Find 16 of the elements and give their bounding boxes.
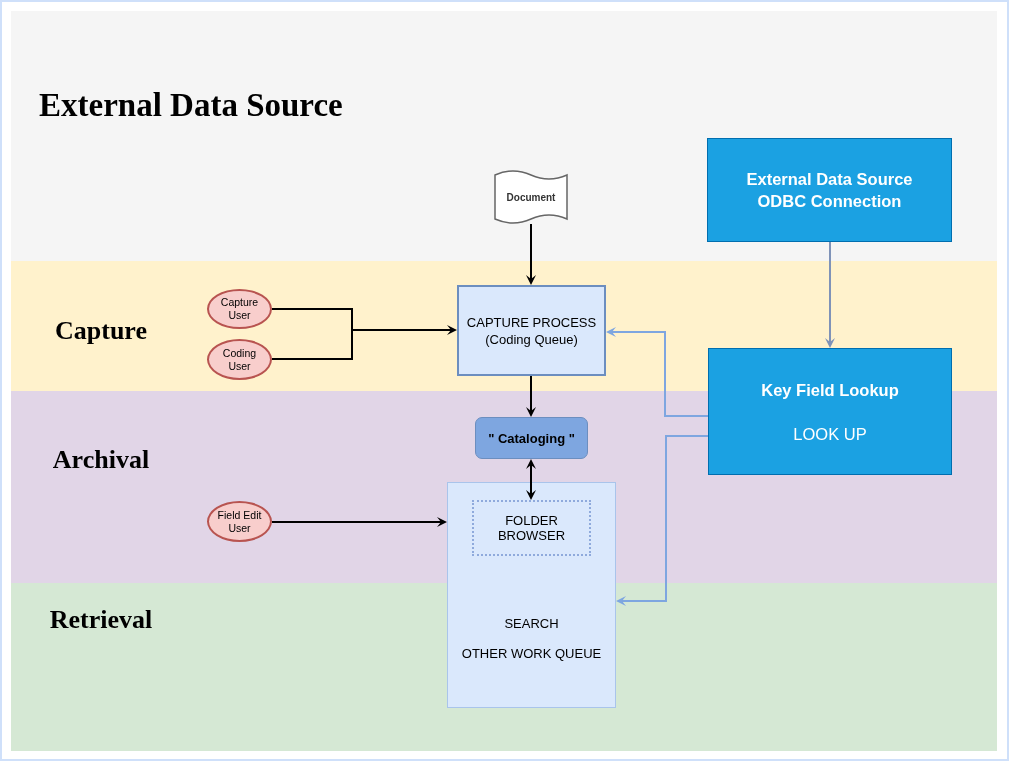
folder-browser-box: FOLDER BROWSER xyxy=(472,500,591,556)
connector-arrow xyxy=(526,223,536,285)
connector-arrow xyxy=(526,459,536,500)
lane-title: Capture xyxy=(54,316,148,346)
cataloging-box: " Cataloging " xyxy=(475,417,588,459)
box-label: OTHER WORK QUEUE xyxy=(461,646,602,662)
lookup-label: LOOK UP xyxy=(793,424,867,444)
lane-title: Retrieval xyxy=(48,605,154,635)
lane-title: External Data Source xyxy=(39,87,343,124)
data-source-box: External Data Source ODBC Connection xyxy=(707,138,952,242)
box-label: SEARCH xyxy=(504,616,559,632)
document-label: Document xyxy=(506,191,556,203)
lane-title: Archival xyxy=(51,445,151,475)
process-box: CAPTURE PROCESS (Coding Queue) xyxy=(457,285,606,376)
lookup-title: Key Field Lookup xyxy=(761,380,899,400)
connector-arrow xyxy=(526,375,536,417)
